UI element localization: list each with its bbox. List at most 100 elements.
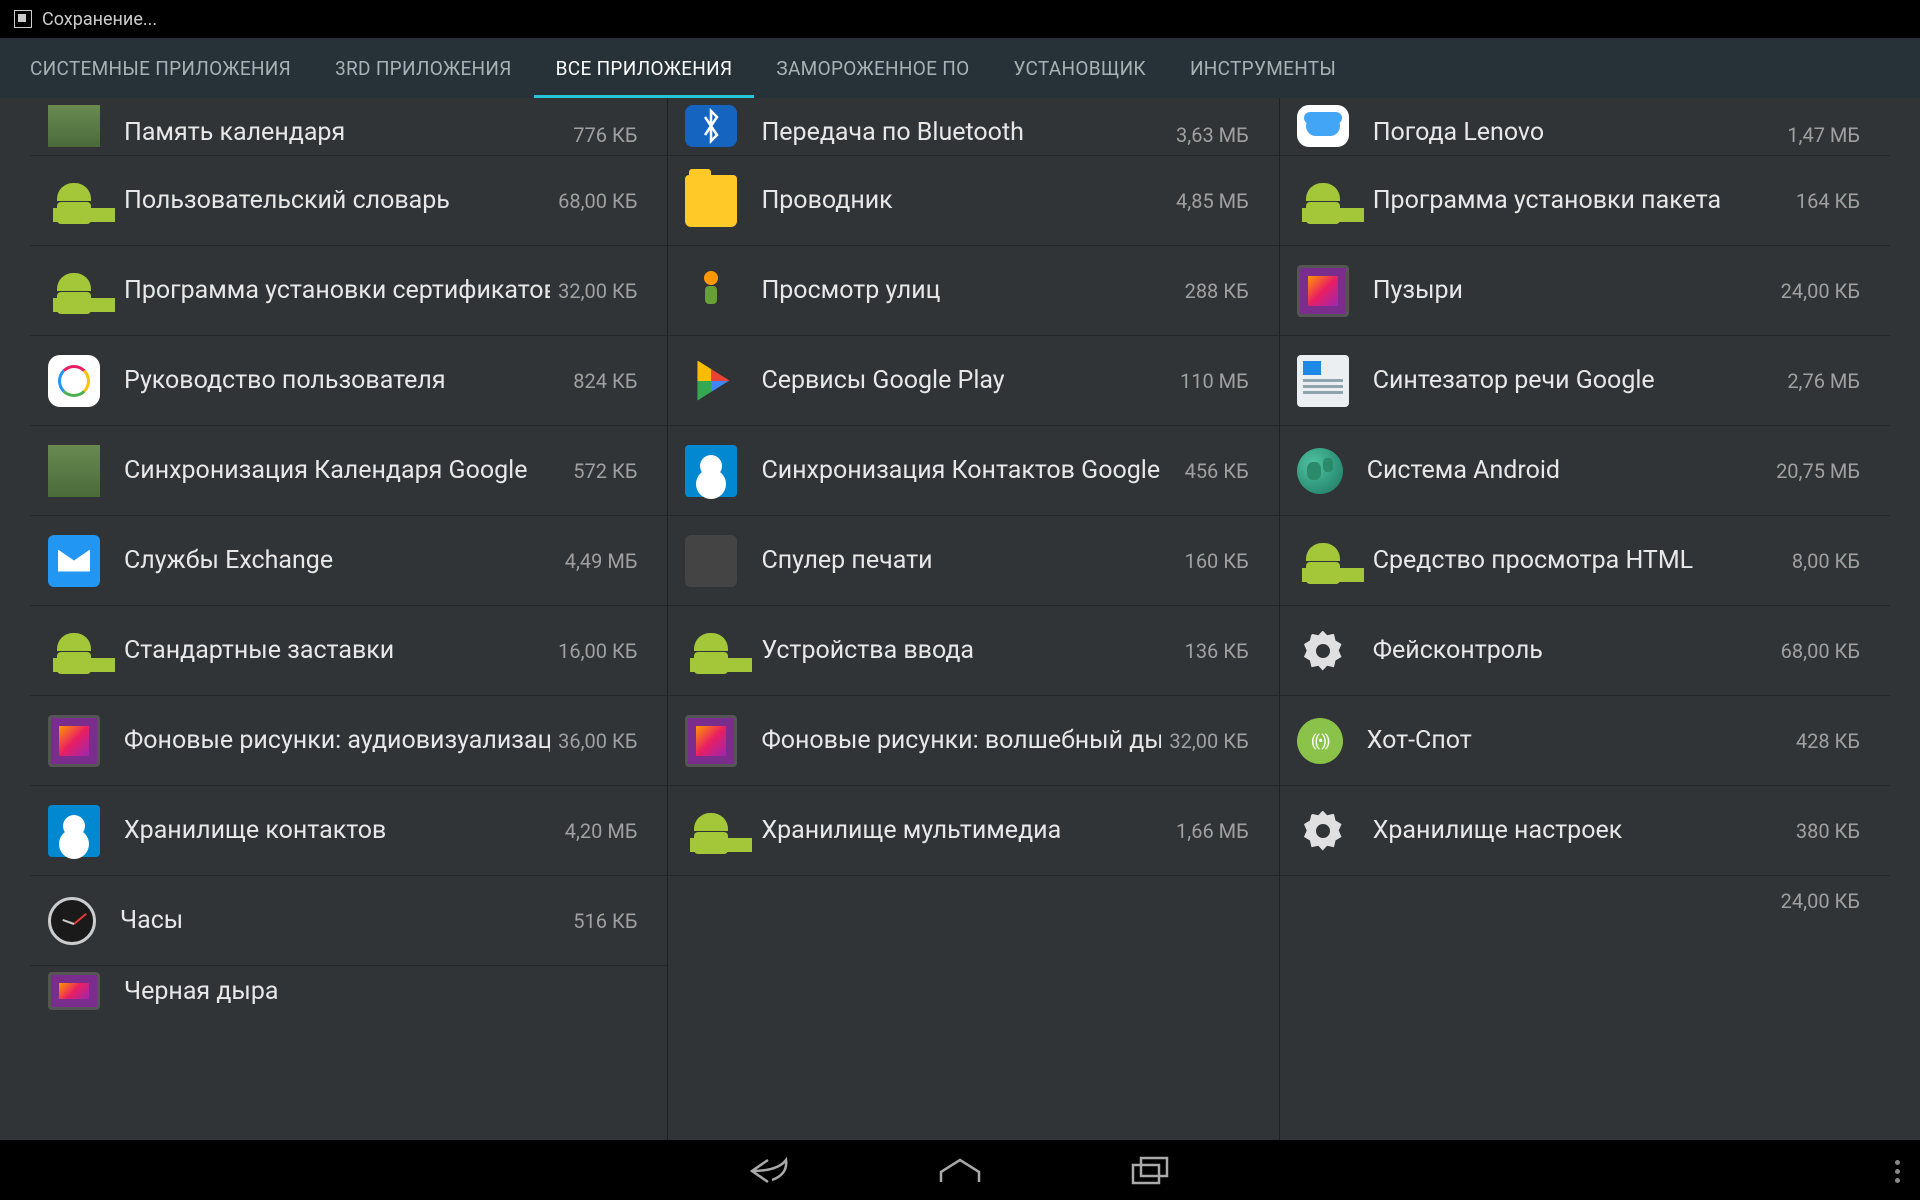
app-row[interactable]: Фоновые рисунки: волшебный дым32,00 КБ xyxy=(667,696,1278,786)
app-row[interactable]: Проводник 4,85 МБ xyxy=(667,156,1278,246)
wallpaper-icon xyxy=(48,972,100,1010)
calendar-storage-icon xyxy=(48,105,100,147)
tab-0[interactable]: СИСТЕМНЫЕ ПРИЛОЖЕНИЯ xyxy=(8,38,313,98)
app-row[interactable]: Службы Exchange4,49 МБ xyxy=(30,516,667,606)
app-row[interactable]: Хранилище контактов4,20 МБ xyxy=(30,786,667,876)
folder-icon xyxy=(685,175,737,227)
app-row[interactable]: Черная дыра xyxy=(30,966,667,1016)
wallpaper-icon xyxy=(48,715,100,767)
tab-label: ВСЕ ПРИЛОЖЕНИЯ xyxy=(556,57,733,80)
app-row[interactable]: Устройства ввода136 КБ xyxy=(667,606,1278,696)
app-row[interactable]: Спулер печати160 КБ xyxy=(667,516,1278,606)
settings-icon xyxy=(1297,625,1349,677)
app-size: 32,00 КБ xyxy=(558,279,637,303)
tab-label: 3RD ПРИЛОЖЕНИЯ xyxy=(335,57,512,80)
app-name: Хранилище мультимедиа xyxy=(761,816,1168,845)
weather-icon xyxy=(1297,105,1349,147)
app-size: 428 КБ xyxy=(1796,729,1860,753)
app-name: Службы Exchange xyxy=(124,546,557,575)
app-size: 68,00 КБ xyxy=(1781,639,1860,663)
app-name: Пользовательский словарь xyxy=(124,186,550,215)
tab-5[interactable]: ИНСТРУМЕНТЫ xyxy=(1168,38,1358,98)
app-size: 164 КБ xyxy=(1796,189,1860,213)
app-name: Фоновые рисунки: волшебный дым xyxy=(761,726,1161,755)
bluetooth-icon xyxy=(685,105,737,147)
app-row[interactable]: Погода Lenovo 1,47 МБ xyxy=(1279,98,1890,156)
app-row[interactable]: Просмотр улиц288 КБ xyxy=(667,246,1278,336)
app-row[interactable]: Хот-Спот428 КБ xyxy=(1279,696,1890,786)
app-name: Спулер печати xyxy=(761,546,1176,575)
app-size: 824 КБ xyxy=(573,369,637,393)
tab-label: СИСТЕМНЫЕ ПРИЛОЖЕНИЯ xyxy=(30,57,291,80)
app-row[interactable]: Передача по Bluetooth3,63 МБ xyxy=(667,98,1278,156)
app-row[interactable]: Программа установки пакета 164 КБ xyxy=(1279,156,1890,246)
android-icon xyxy=(48,265,100,317)
app-row[interactable]: Средство просмотра HTML8,00 КБ xyxy=(1279,516,1890,606)
app-name: Пузыри xyxy=(1373,276,1773,305)
app-row[interactable]: Программа установки сертификатов 32,00 КБ xyxy=(30,246,667,336)
app-row[interactable]: Синтезатор речи Google2,76 МБ xyxy=(1279,336,1890,426)
calendar-sync-icon xyxy=(48,445,100,497)
app-name: Хранилище настроек xyxy=(1373,816,1788,845)
tab-bar: СИСТЕМНЫЕ ПРИЛОЖЕНИЯ 3RD ПРИЛОЖЕНИЯ ВСЕ ПР… xyxy=(0,38,1920,98)
app-size: 136 КБ xyxy=(1185,639,1249,663)
app-row[interactable]: Система Android20,75 МБ xyxy=(1279,426,1890,516)
app-row[interactable]: Руководство пользователя824 КБ xyxy=(30,336,667,426)
tab-2[interactable]: ВСЕ ПРИЛОЖЕНИЯ xyxy=(534,38,755,98)
tab-3[interactable]: ЗАМОРОЖЕННОЕ ПО xyxy=(754,38,991,98)
status-text: Сохранение... xyxy=(42,9,157,30)
app-name: Сервисы Google Play xyxy=(761,366,1172,395)
back-button[interactable] xyxy=(745,1153,795,1189)
app-size: 572 КБ xyxy=(573,459,637,483)
streetview-icon xyxy=(685,265,737,317)
app-size: 1,47 МБ xyxy=(1787,123,1860,147)
tab-4[interactable]: УСТАНОВЩИК xyxy=(991,38,1167,98)
empty-icon xyxy=(1297,882,1349,920)
tab-label: ЗАМОРОЖЕННОЕ ПО xyxy=(776,57,969,80)
wallpaper-icon xyxy=(685,715,737,767)
tab-1[interactable]: 3RD ПРИЛОЖЕНИЯ xyxy=(313,38,534,98)
app-row[interactable]: 24,00 КБ xyxy=(1279,876,1890,926)
app-name: Проводник xyxy=(761,186,1168,215)
app-name: Программа установки пакета xyxy=(1373,186,1788,215)
app-name: Программа установки сертификатов xyxy=(124,276,550,305)
tab-label: ИНСТРУМЕНТЫ xyxy=(1190,57,1336,80)
mail-icon xyxy=(48,535,100,587)
menu-button[interactable] xyxy=(1895,1160,1900,1183)
app-row[interactable]: Фейсконтроль68,00 КБ xyxy=(1279,606,1890,696)
contacts-sync-icon xyxy=(685,445,737,497)
app-size: 24,00 КБ xyxy=(1781,279,1860,303)
android-icon xyxy=(685,805,737,857)
app-size: 8,00 КБ xyxy=(1792,549,1860,573)
app-row[interactable]: Стандартные заставки16,00 КБ xyxy=(30,606,667,696)
content-area: Память календаря776 КБПользовательский с… xyxy=(0,98,1920,1140)
app-row[interactable]: Хранилище настроек380 КБ xyxy=(1279,786,1890,876)
app-row[interactable]: Сервисы Google Play110 МБ xyxy=(667,336,1278,426)
app-row[interactable]: Часы516 КБ xyxy=(30,876,667,966)
app-column-0: Память календаря776 КБПользовательский с… xyxy=(30,98,667,1140)
app-name: Погода Lenovo xyxy=(1373,118,1780,147)
android-icon xyxy=(48,625,100,677)
app-row[interactable]: Пользовательский словарь68,00 КБ xyxy=(30,156,667,246)
app-column-1: Передача по Bluetooth3,63 МБ Проводник 4,8… xyxy=(667,98,1278,1140)
wallpaper-icon xyxy=(1297,265,1349,317)
android-icon xyxy=(1297,535,1349,587)
android-system-icon xyxy=(1297,448,1343,494)
print-spooler-icon xyxy=(685,535,737,587)
app-row[interactable]: Хранилище мультимедиа1,66 МБ xyxy=(667,786,1278,876)
app-size: 288 КБ xyxy=(1185,279,1249,303)
app-size: 4,85 МБ xyxy=(1176,189,1249,213)
app-row[interactable]: Синхронизация Контактов Google456 КБ xyxy=(667,426,1278,516)
recent-button[interactable] xyxy=(1125,1153,1175,1189)
app-row[interactable]: Синхронизация Календаря Google572 КБ xyxy=(30,426,667,516)
home-button[interactable] xyxy=(935,1153,985,1189)
app-row[interactable]: Пузыри 24,00 КБ xyxy=(1279,246,1890,336)
app-size: 16,00 КБ xyxy=(558,639,637,663)
app-size: 24,00 КБ xyxy=(1781,889,1860,913)
app-row[interactable]: Память календаря776 КБ xyxy=(30,98,667,156)
app-size: 20,75 МБ xyxy=(1776,459,1860,483)
app-row[interactable]: Фоновые рисунки: аудиовизуализация36,00 … xyxy=(30,696,667,786)
clock-icon xyxy=(48,897,96,945)
app-column-2: Погода Lenovo 1,47 МБ Программа установки … xyxy=(1279,98,1890,1140)
app-name: Передача по Bluetooth xyxy=(761,118,1168,147)
